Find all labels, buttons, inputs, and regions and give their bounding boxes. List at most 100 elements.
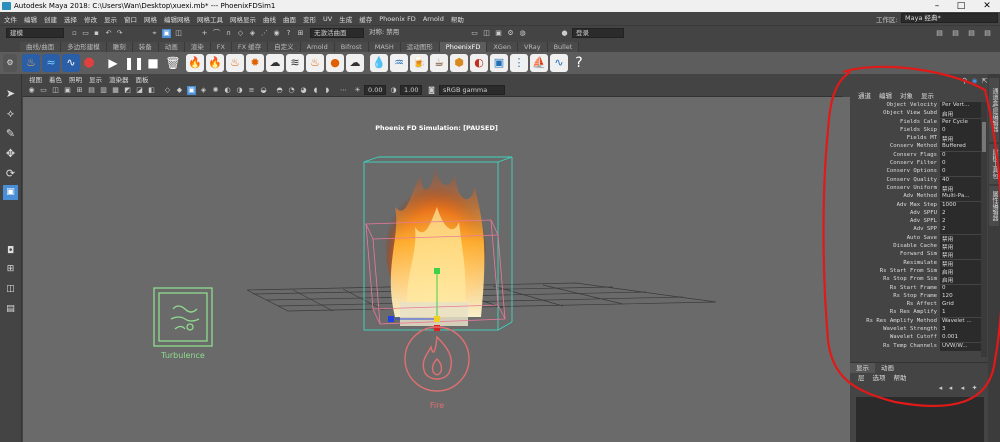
redo-icon[interactable]: ↷ [115,29,124,38]
shelf-tab-xgen[interactable]: XGen [487,42,518,52]
select-dynamics-icon[interactable]: ⋰ [260,29,269,38]
attribute-row[interactable]: Adv SPFL 2 [850,218,988,227]
toggle-panel-icon-2[interactable]: ▤ [951,29,960,38]
phoenix-particles-icon[interactable]: ● [80,54,98,72]
shelf-tab-rendering[interactable]: 渲染 [184,42,211,52]
attribute-scrollbar[interactable] [981,102,987,357]
fountain-icon[interactable]: ▣ [490,54,508,72]
attribute-row[interactable]: Fields Cale Per Cycle [850,118,988,127]
side-tab-attribute-editor[interactable]: 属性编辑器 [989,186,999,226]
new-layer-icon[interactable]: ◂ [958,384,967,393]
attribute-row[interactable]: Fields MT 禁用 [850,135,988,144]
menu-mesh[interactable]: 网格 [144,14,157,24]
menu-mesh-display[interactable]: 网格显示 [230,14,256,24]
exposure-field[interactable]: 0.00 [364,85,386,95]
select-joint-icon[interactable]: ⌒ [212,29,221,38]
pin-icon[interactable]: ⚲ [960,77,969,86]
camera-select-icon[interactable]: ◉ [27,86,36,95]
attribute-row[interactable]: Adv Method Multi-Pa... [850,193,988,202]
attribute-row[interactable]: Rs Start Frame 0 [850,284,988,293]
exposure-icon[interactable]: ☀ [353,86,362,95]
attribute-row[interactable]: Rs Stop From Sim 启用 [850,276,988,285]
render-region-icon[interactable]: ◫ [482,29,491,38]
shelf-tab-phoenixfd[interactable]: PhoenixFD [439,42,488,52]
menu-set-select[interactable]: 建模 [6,28,64,38]
hypershade-icon[interactable]: ◍ [518,29,527,38]
menu-mesh-tools[interactable]: 网格工具 [197,14,223,24]
beer-glass-icon[interactable]: 🍺 [410,54,428,72]
attribute-value[interactable]: 禁用 [940,251,982,260]
menu-file[interactable]: 文件 [4,14,17,24]
vp-menu-lighting[interactable]: 照明 [69,74,82,84]
attribute-value[interactable]: 120 [940,292,982,301]
attribute-value[interactable]: 0 [940,168,982,177]
minimize-button[interactable]: – [928,0,946,12]
attribute-row[interactable]: Rs Stop Frame 120 [850,292,988,301]
attribute-row[interactable]: Adv Max Step 1000 [850,201,988,210]
boat-wake-icon[interactable]: ⛵ [530,54,548,72]
attribute-value[interactable]: 1000 [940,201,982,210]
help-icon[interactable]: ? [570,54,588,72]
attribute-value[interactable]: UVW/W... [940,342,982,351]
scrollbar-thumb[interactable] [982,122,986,152]
select-curve-icon[interactable]: ∩ [224,29,233,38]
shelf-tab-poly[interactable]: 多边形建模 [61,42,107,52]
liquid-pour-icon[interactable]: 💧 [370,54,388,72]
menu-deform[interactable]: 变形 [303,14,316,24]
attribute-row[interactable]: Adv SPP 2 [850,226,988,235]
attribute-row[interactable]: Disable Cache 禁用 [850,243,988,252]
attribute-value[interactable]: 禁用 [940,243,982,252]
toggle-panel-icon-1[interactable]: ▤ [935,29,944,38]
layer-menu-help[interactable]: 帮助 [894,373,907,383]
xray-active-icon[interactable]: ◖ [311,86,320,95]
lights-icon[interactable]: ✺ [211,86,220,95]
snap-grid-icon[interactable]: ⊞ [296,29,305,38]
attribute-row[interactable]: Conserv Filter 0 [850,160,988,169]
attribute-value[interactable]: 0.001 [940,334,982,343]
vp-menu-panels[interactable]: 面板 [136,74,149,84]
attribute-value[interactable]: 2 [940,218,982,227]
vp-menu-shading[interactable]: 着色 [49,74,62,84]
film-gate-icon[interactable]: ▤ [87,86,96,95]
menu-create[interactable]: 创建 [44,14,57,24]
shelf-tab-sculpt[interactable]: 雕刻 [106,42,133,52]
login-select[interactable]: 登录 [572,28,624,38]
motion-blur-icon[interactable]: ≡ [247,86,256,95]
3d-viewport[interactable]: Phoenix FD Simulation: [PAUSED] Turbulen… [23,97,850,442]
menu-edit[interactable]: 编辑 [24,14,37,24]
menu-windows[interactable]: 窗口 [124,14,137,24]
attribute-value[interactable]: 启用 [940,276,982,285]
grid-toggle-icon[interactable]: ⊞ [75,86,84,95]
xray-icon[interactable]: ◔ [287,86,296,95]
attribute-value[interactable]: Per Vert... [940,102,982,110]
attribute-value[interactable]: 禁用 [940,259,982,268]
aa-icon[interactable]: ◒ [259,86,268,95]
fireball-icon[interactable]: ● [326,54,344,72]
menu-display[interactable]: 显示 [104,14,117,24]
save-scene-icon[interactable]: ▪ [92,29,101,38]
attribute-value[interactable]: 0 [940,160,982,169]
cb-menu-show[interactable]: 显示 [921,90,934,100]
shelf-tab-vray[interactable]: VRay [517,42,548,52]
attribute-row[interactable]: Forward Sim 禁用 [850,251,988,260]
bookmark-icon[interactable]: ◫ [51,86,60,95]
attribute-row[interactable]: Resimulate 禁用 [850,259,988,268]
attribute-value[interactable]: 2 [940,209,982,218]
channel-box-icon[interactable]: ◉ [970,77,979,86]
phoenix-fire-sim-icon[interactable]: ♨ [22,54,40,72]
cb-menu-object[interactable]: 对象 [900,90,913,100]
backface-icon[interactable]: ◗ [323,86,332,95]
workspace-select[interactable]: Maya 经典* [901,13,998,23]
turbulence-icon[interactable]: ≋ [286,54,304,72]
attribute-row[interactable]: Rs Start From Sim 启用 [850,267,988,276]
select-tool-icon[interactable]: ➤ [3,86,18,101]
textured-icon[interactable]: ◈ [199,86,208,95]
layer-tab-display[interactable]: 显示 [850,363,875,373]
shelf-tab-curves[interactable]: 曲线/曲面 [20,42,62,52]
attribute-row[interactable]: Conserv Uniform 禁用 [850,184,988,193]
move-layer-down-icon[interactable]: ◂ [946,384,955,393]
shelf-tab-bifrost[interactable]: Bifrost [334,42,369,52]
field-chart-icon[interactable]: ◩ [123,86,132,95]
ipr-render-icon[interactable]: ▣ [494,29,503,38]
shelf-tab-bullet[interactable]: Bullet [547,42,580,52]
